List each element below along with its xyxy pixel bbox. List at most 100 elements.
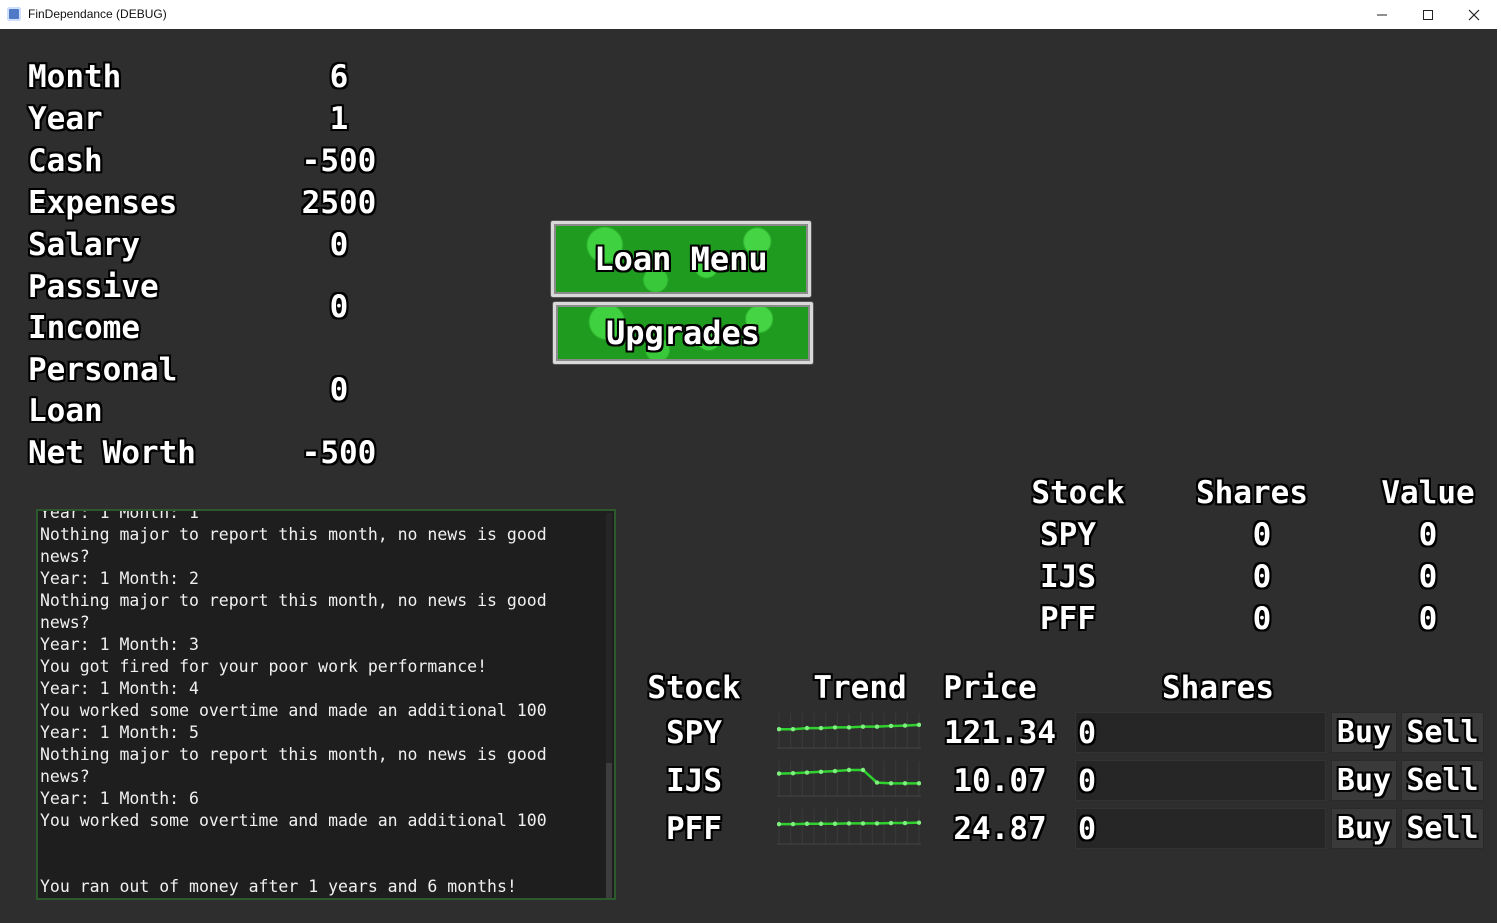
portfolio-value-pff: 0 <box>1418 601 1438 637</box>
sell-button-ijs[interactable]: Sell <box>1401 760 1484 801</box>
trend-point <box>916 820 921 825</box>
log-scrollbar[interactable] <box>606 513 612 898</box>
title-bar: FinDependance (DEBUG) <box>0 0 1501 29</box>
log-line: Year: 1 Month: 6 <box>40 789 199 808</box>
trend-point <box>874 780 880 785</box>
buy-button-pff[interactable]: Buy <box>1331 808 1397 849</box>
log-line: Year: 1 Month: 3 <box>40 635 199 654</box>
stat-value-net-worth: -500 <box>301 435 377 471</box>
log-line: Year: 1 Month: 1 <box>40 509 199 522</box>
shares-input-ijs[interactable]: 0 <box>1075 760 1326 801</box>
shares-input-spy[interactable]: 0 <box>1075 712 1326 753</box>
stat-label-year: Year <box>28 101 103 137</box>
stat-label-cash: Cash <box>28 143 103 179</box>
shares-input-pff[interactable]: 0 <box>1075 808 1326 849</box>
market-header-stock: Stock <box>647 670 741 706</box>
log-line: You worked some overtime and made an add… <box>40 811 547 830</box>
trend-point <box>874 821 880 826</box>
portfolio-value-ijs: 0 <box>1418 559 1438 595</box>
trend-point <box>860 821 866 826</box>
market-header-shares: Shares <box>1162 670 1274 706</box>
log-line: news? <box>40 547 90 566</box>
maximize-button[interactable] <box>1405 0 1451 29</box>
market-header-trend: Trend <box>813 670 907 706</box>
market-header-price: Price <box>943 670 1037 706</box>
portfolio-header-value: Value <box>1381 475 1475 511</box>
portfolio-shares-pff: 0 <box>1252 601 1272 637</box>
trend-point <box>832 821 838 826</box>
close-button[interactable] <box>1451 0 1497 29</box>
market-price-ijs: 10.07 <box>953 763 1047 799</box>
trend-point <box>902 723 908 728</box>
portfolio-stock-spy: SPY <box>1040 517 1096 553</box>
log-line: You worked some overtime and made an add… <box>40 701 547 720</box>
log-line: You ran out of money after 1 years and 6… <box>40 877 517 896</box>
trend-point <box>777 727 782 732</box>
maximize-icon <box>1423 10 1433 20</box>
trend-point <box>832 725 838 730</box>
log-scrollbar-thumb[interactable] <box>606 763 612 898</box>
market-price-spy: 121.34 <box>944 715 1056 751</box>
upgrades-label: Upgrades <box>605 314 761 352</box>
market-stock-pff: PFF <box>666 811 722 847</box>
market-price-pff: 24.87 <box>953 811 1047 847</box>
stat-value-passive-income: 0 <box>329 289 349 325</box>
sell-button-spy[interactable]: Sell <box>1401 712 1484 753</box>
trend-point <box>874 724 880 729</box>
trend-chart-pff <box>777 809 921 845</box>
trend-point <box>916 781 921 786</box>
log-line: news? <box>40 613 90 632</box>
log-line: Year: 1 Month: 4 <box>40 679 199 698</box>
event-log[interactable]: Year: 1 Month: 1 Nothing major to report… <box>36 509 616 900</box>
stat-label-month: Month <box>28 59 122 95</box>
trend-point <box>777 771 782 776</box>
trend-point <box>902 820 908 826</box>
trend-point <box>777 821 782 827</box>
game-area: Month 6 Year 1 Cash -500 Expenses 2500 S… <box>0 29 1497 923</box>
stat-label-personal: Personal <box>28 352 178 388</box>
trend-point <box>818 821 824 826</box>
portfolio-header-stock: Stock <box>1031 475 1125 511</box>
stat-value-month: 6 <box>329 59 349 95</box>
log-line: Nothing major to report this month, no n… <box>40 745 547 764</box>
stat-value-cash: -500 <box>301 143 377 179</box>
stat-label-income: Income <box>28 310 140 346</box>
trend-chart-ijs <box>777 761 921 797</box>
log-line: You got fired for your poor work perform… <box>40 657 488 676</box>
upgrades-button[interactable]: Upgrades <box>553 302 813 364</box>
trend-point <box>860 724 866 729</box>
close-icon <box>1468 9 1480 21</box>
trend-point <box>804 770 810 775</box>
stat-value-personal-loan: 0 <box>329 372 349 408</box>
log-line: Year: 1 Month: 2 <box>40 569 199 588</box>
portfolio-shares-spy: 0 <box>1252 517 1272 553</box>
trend-point <box>846 767 852 773</box>
minimize-button[interactable] <box>1359 0 1405 29</box>
trend-point <box>846 725 852 730</box>
trend-point <box>804 821 810 826</box>
log-line: Nothing major to report this month, no n… <box>40 591 547 610</box>
stat-label-salary: Salary <box>28 227 140 263</box>
trend-point <box>804 725 810 731</box>
portfolio-stock-pff: PFF <box>1040 601 1096 637</box>
log-line: news? <box>40 767 90 786</box>
minimize-icon <box>1377 14 1387 16</box>
trend-point <box>832 768 838 774</box>
sell-button-pff[interactable]: Sell <box>1401 808 1484 849</box>
stat-value-year: 1 <box>329 101 349 137</box>
loan-menu-button[interactable]: Loan Menu <box>551 221 811 297</box>
portfolio-header-shares: Shares <box>1196 475 1308 511</box>
stat-label-net-worth: Net Worth <box>28 435 196 471</box>
window-border <box>1497 0 1501 923</box>
trend-point <box>888 781 894 786</box>
buy-button-ijs[interactable]: Buy <box>1331 760 1397 801</box>
portfolio-stock-ijs: IJS <box>1040 559 1096 595</box>
trend-chart-spy <box>777 713 921 749</box>
market-stock-spy: SPY <box>666 715 722 751</box>
buy-button-spy[interactable]: Buy <box>1331 712 1397 753</box>
stat-label-loan: Loan <box>28 393 103 429</box>
portfolio-value-spy: 0 <box>1418 517 1438 553</box>
trend-point <box>860 767 866 773</box>
trend-point <box>902 781 908 786</box>
trend-point <box>888 820 894 826</box>
